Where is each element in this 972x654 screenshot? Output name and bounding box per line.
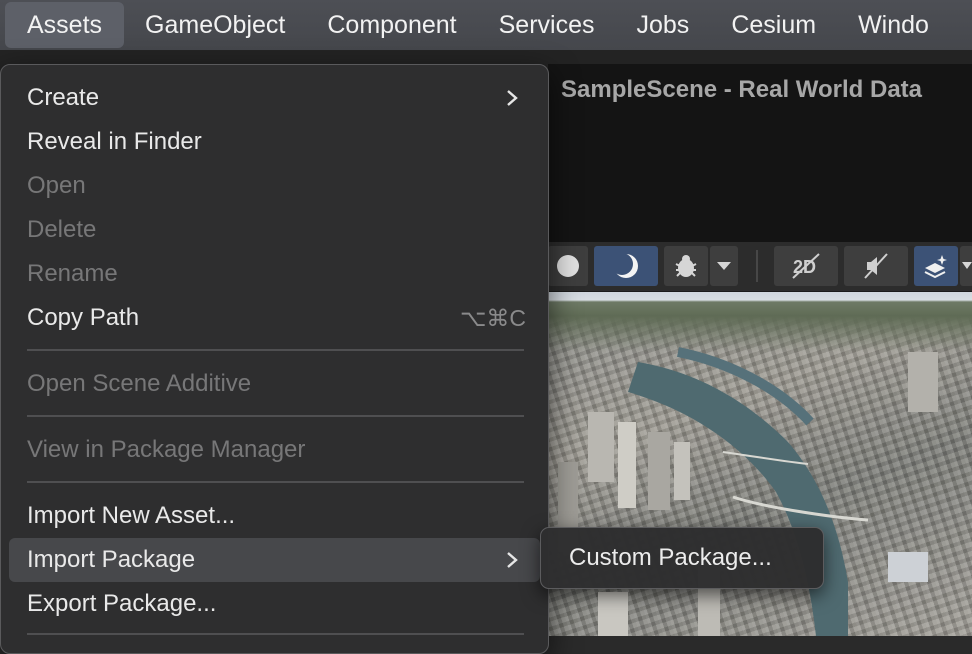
menu-separator (27, 481, 524, 483)
menu-item-copy-path[interactable]: Copy Path ⌥⌘C (9, 296, 540, 340)
copy-path-shortcut: ⌥⌘C (459, 305, 526, 331)
menu-item-label: Import New Asset... (27, 502, 236, 529)
menu-item-rename: Rename (9, 252, 540, 296)
scene-toolbar: 2D (548, 242, 972, 292)
menu-item-open-scene-additive: Open Scene Additive (9, 362, 540, 406)
menubar-services[interactable]: Services (478, 0, 616, 50)
toolbar-separator (756, 250, 758, 282)
layers-sparkle-icon (924, 255, 947, 279)
menubar-cesium[interactable]: Cesium (710, 0, 837, 50)
effects-dropdown-button[interactable] (960, 246, 972, 286)
2d-toggle-button[interactable]: 2D (774, 246, 838, 286)
menu-item-create[interactable]: Create (9, 76, 540, 120)
audio-muted-icon (864, 253, 888, 279)
sphere-icon (557, 255, 579, 277)
menu-item-label: View in Package Manager (27, 436, 306, 463)
debug-mode-button[interactable] (664, 246, 708, 286)
effects-toggle-button[interactable] (914, 246, 958, 286)
audio-toggle-button[interactable] (844, 246, 908, 286)
menu-item-label: Open Scene Additive (27, 370, 252, 397)
menu-item-label: Import Package (27, 546, 196, 573)
debug-dropdown-button[interactable] (710, 246, 738, 286)
import-package-submenu: Custom Package... (540, 527, 824, 589)
menu-item-delete: Delete (9, 208, 540, 252)
menu-item-open: Open (9, 164, 540, 208)
chevron-right-icon (507, 90, 518, 106)
menu-item-label: Copy Path (27, 304, 140, 331)
caret-down-icon (717, 262, 731, 270)
menu-separator (27, 349, 524, 351)
chevron-right-icon (507, 552, 518, 568)
menu-item-label: Rename (27, 260, 118, 287)
menu-item-export-package[interactable]: Export Package... (9, 582, 540, 626)
menu-separator (27, 633, 524, 635)
caret-down-icon (962, 262, 972, 269)
menubar-gameobject[interactable]: GameObject (124, 0, 306, 50)
menu-separator (27, 415, 524, 417)
shaded-mode-button[interactable] (548, 246, 588, 286)
menu-item-label: Open (27, 172, 86, 199)
menu-item-custom-package[interactable]: Custom Package... (547, 536, 817, 580)
menubar-jobs[interactable]: Jobs (616, 0, 711, 50)
menubar-component[interactable]: Component (306, 0, 477, 50)
bug-icon (675, 255, 697, 277)
menu-bar: Assets GameObject Component Services Job… (0, 0, 972, 50)
menu-item-import-new-asset[interactable]: Import New Asset... (9, 494, 540, 538)
menubar-assets[interactable]: Assets (5, 2, 125, 48)
moon-icon (611, 253, 638, 278)
menubar-window[interactable]: Windo (837, 0, 950, 50)
menu-item-import-package[interactable]: Import Package (9, 538, 540, 582)
menu-item-label: Reveal in Finder (27, 128, 202, 155)
scene-title: SampleScene - Real World Data (561, 76, 923, 103)
assets-menu: Create Reveal in Finder Open Delete Rena… (0, 64, 549, 654)
menu-item-reveal-in-finder[interactable]: Reveal in Finder (9, 120, 540, 164)
lighting-toggle-button[interactable] (594, 246, 658, 286)
menu-item-label: Delete (27, 216, 97, 243)
2d-disabled-icon: 2D (792, 253, 820, 279)
menu-item-label: Export Package... (27, 590, 217, 617)
menu-item-view-in-package-manager: View in Package Manager (9, 428, 540, 472)
menu-item-label: Create (27, 84, 100, 111)
